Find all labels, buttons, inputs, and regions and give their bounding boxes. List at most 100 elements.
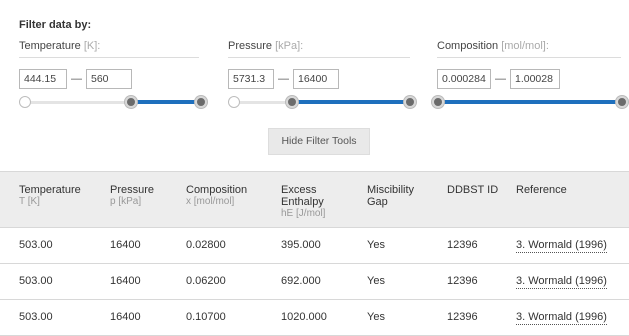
cell-value: 503.00: [19, 311, 53, 323]
pressure-label: Pressure [kPa]:: [228, 40, 303, 52]
cell-value: 16400: [110, 311, 141, 323]
cell-temperature: 503.00: [0, 263, 97, 300]
temperature-range-slider[interactable]: [19, 96, 207, 108]
header-title: Pressure: [110, 184, 155, 196]
pressure-range-inputs: 5731.3 — 16400: [228, 69, 339, 89]
cell-value: Yes: [367, 239, 385, 251]
cell-value: 12396: [447, 311, 478, 323]
slider-lower-handle[interactable]: [286, 96, 299, 108]
table-row: 503.00 16400 0.10700 1020.000 Yes 12396 3. Wor…: [0, 299, 629, 336]
filter-title: Filter data by:: [19, 19, 92, 31]
cell-miscibility-gap: Yes: [354, 263, 434, 300]
cell-value: 0.06200: [186, 275, 226, 287]
results-table: Temperature T [K] Pressure p [kPa] Composi…: [0, 172, 629, 336]
cell-composition: 0.06200: [173, 263, 268, 300]
pressure-max-input[interactable]: 16400: [293, 69, 339, 89]
pressure-unit: [kPa]:: [275, 40, 304, 52]
divider: [228, 57, 410, 58]
reference-link[interactable]: 3. Wormald (1996): [516, 239, 607, 253]
cell-composition: 0.10700: [173, 299, 268, 336]
cell-value: 12396: [447, 275, 478, 287]
slider-fill: [292, 100, 410, 104]
slider-fill: [438, 100, 622, 104]
cell-miscibility-gap: Yes: [354, 227, 434, 264]
cell-value: 692.000: [281, 275, 321, 287]
pressure-min-input[interactable]: 5731.3: [228, 69, 274, 89]
cell-ddbst-id: 12396: [434, 299, 503, 336]
divider: [19, 57, 199, 58]
column-header-composition[interactable]: Composition x [mol/mol]: [173, 172, 268, 228]
cell-temperature: 503.00: [0, 227, 97, 264]
header-title: Reference: [516, 184, 567, 196]
cell-excess-enthalpy: 692.000: [268, 263, 354, 300]
table-header-row: Temperature T [K] Pressure p [kPa] Composi…: [0, 172, 629, 228]
cell-ddbst-id: 12396: [434, 227, 503, 264]
column-header-ddbst-id[interactable]: DDBST ID: [434, 172, 503, 228]
cell-reference[interactable]: 3. Wormald (1996): [503, 299, 629, 336]
temperature-max-input[interactable]: 560: [86, 69, 132, 89]
header-subtitle: x [mol/mol]: [186, 196, 235, 207]
cell-value: Yes: [367, 275, 385, 287]
cell-miscibility-gap: Yes: [354, 299, 434, 336]
cell-temperature: 503.00: [0, 299, 97, 336]
composition-max-input[interactable]: 1.00028: [510, 69, 560, 89]
table-row: 503.00 16400 0.06200 692.000 Yes 12396 3. Worm…: [0, 263, 629, 300]
column-header-reference[interactable]: Reference: [503, 172, 629, 228]
header-title: Miscibility Gap: [367, 184, 415, 208]
cell-excess-enthalpy: 1020.000: [268, 299, 354, 336]
cell-value: 1020.000: [281, 311, 327, 323]
header-title: Temperature: [19, 184, 81, 196]
range-dash: —: [495, 73, 506, 85]
temperature-label-text: Temperature: [19, 40, 81, 52]
divider: [437, 57, 621, 58]
range-dash: —: [278, 73, 289, 85]
cell-value: Yes: [367, 311, 385, 323]
pressure-label-text: Pressure: [228, 40, 273, 52]
composition-range-inputs: 0.000284 — 1.00028: [437, 69, 560, 89]
slider-min-handle[interactable]: [228, 96, 240, 108]
slider-lower-handle[interactable]: [432, 96, 444, 108]
cell-composition: 0.02800: [173, 227, 268, 264]
reference-link[interactable]: 3. Wormald (1996): [516, 311, 607, 325]
cell-value: 0.10700: [186, 311, 226, 323]
cell-excess-enthalpy: 395.000: [268, 227, 354, 264]
cell-value: 503.00: [19, 239, 53, 251]
slider-upper-handle[interactable]: [195, 96, 207, 108]
header-title: Composition: [186, 184, 248, 196]
slider-upper-handle[interactable]: [404, 96, 416, 108]
table-row: 503.00 16400 0.02800 395.000 Yes 12396 3. Worm…: [0, 227, 629, 264]
cell-reference[interactable]: 3. Wormald (1996): [503, 227, 629, 264]
pressure-range-slider[interactable]: [228, 96, 416, 108]
filter-group-temperature: Temperature [K]: 444.15 — 560: [19, 40, 199, 89]
composition-unit: [mol/mol]:: [501, 40, 549, 52]
slider-fill: [130, 100, 201, 104]
range-dash: —: [71, 73, 82, 85]
temperature-min-input[interactable]: 444.15: [19, 69, 67, 89]
reference-link[interactable]: 3. Wormald (1996): [516, 275, 607, 289]
column-header-temperature[interactable]: Temperature T [K]: [0, 172, 97, 228]
header-title: DDBST ID: [447, 184, 499, 196]
cell-pressure: 16400: [97, 227, 173, 264]
column-header-pressure[interactable]: Pressure p [kPa]: [97, 172, 173, 228]
cell-reference[interactable]: 3. Wormald (1996): [503, 263, 629, 300]
header-subtitle: p [kPa]: [110, 196, 142, 207]
cell-value: 16400: [110, 275, 141, 287]
slider-lower-handle[interactable]: [124, 96, 137, 108]
temperature-unit: [K]:: [83, 40, 101, 52]
cell-value: 0.02800: [186, 239, 226, 251]
filter-panel: Filter data by: Temperature [K]: 444.15 …: [0, 0, 629, 130]
composition-min-input[interactable]: 0.000284: [437, 69, 491, 89]
header-subtitle: T [K]: [19, 196, 40, 207]
cell-value: 12396: [447, 239, 478, 251]
filter-group-pressure: Pressure [kPa]: 5731.3 — 16400: [228, 40, 410, 89]
hide-filter-tools-button[interactable]: Hide Filter Tools: [268, 128, 370, 155]
temperature-label: Temperature [K]:: [19, 40, 100, 52]
cell-ddbst-id: 12396: [434, 263, 503, 300]
temperature-range-inputs: 444.15 — 560: [19, 69, 132, 89]
composition-range-slider[interactable]: [432, 96, 628, 108]
slider-min-handle[interactable]: [19, 96, 31, 108]
column-header-excess-enthalpy[interactable]: Excess Enthalpy hE [J/mol]: [268, 172, 354, 228]
column-header-miscibility-gap[interactable]: Miscibility Gap: [354, 172, 434, 228]
slider-upper-handle[interactable]: [616, 96, 628, 108]
header-title: Excess Enthalpy: [281, 184, 324, 208]
